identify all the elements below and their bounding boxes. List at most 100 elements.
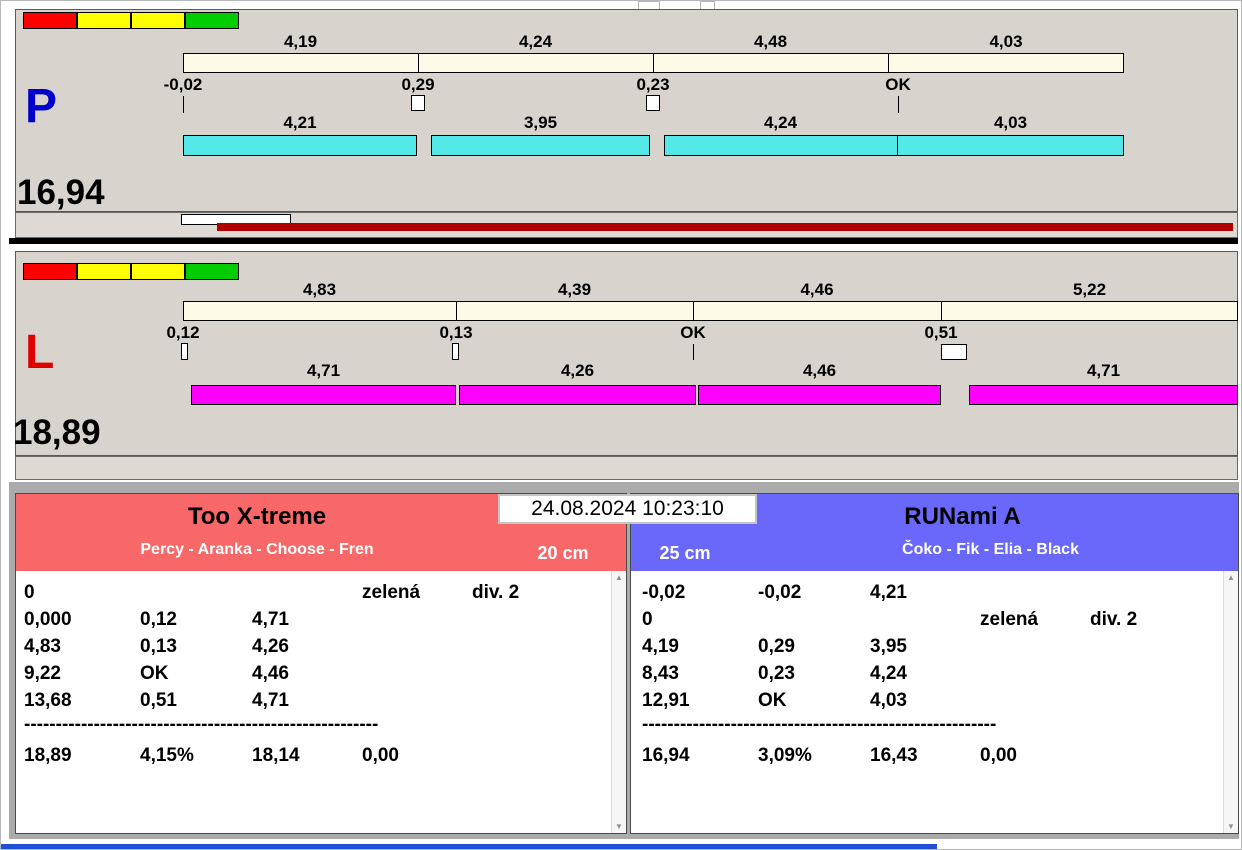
table-cell: zelená (362, 581, 421, 603)
lane-p-run-bar (431, 135, 650, 156)
team-left-name: Too X-treme (187, 503, 327, 530)
scroll-down-icon[interactable]: ▼ (1227, 822, 1235, 831)
table-cell: 4,26 (252, 635, 289, 657)
table-cell: -0,02 (642, 581, 686, 603)
table-cell: 0 (642, 608, 653, 630)
tick-mark (898, 96, 899, 113)
lane-l-change-value: OK (680, 323, 706, 342)
split-segment (889, 54, 1123, 72)
table-cell: 13,68 (24, 689, 72, 711)
green-light-icon (185, 12, 239, 29)
table-row: 9,22 OK 4,46 (24, 660, 611, 687)
lane-p-change-value: -0,02 (163, 75, 203, 94)
table-cell: zelená (980, 608, 1039, 630)
red-light-icon (23, 12, 77, 29)
table-cell: div. 2 (1090, 608, 1138, 630)
yellow-light-icon (77, 263, 131, 280)
lane-p-run-value: 4,21 (283, 113, 317, 132)
lane-l-bottom-strip (15, 456, 1238, 480)
loss-indicator-box (452, 343, 459, 360)
table-cell: 3,95 (870, 635, 907, 657)
green-light-icon (185, 263, 239, 280)
table-cell: 9,22 (24, 662, 61, 684)
lane-l-traffic-lights (23, 263, 239, 280)
table-cell: 4,24 (870, 662, 907, 684)
table-cell: OK (758, 689, 787, 711)
table-cell: 0 (24, 581, 35, 603)
split-segment (654, 54, 889, 72)
team-left-scrollbar[interactable]: ▲ ▼ (611, 571, 626, 833)
table-cell: 16,94 (642, 744, 690, 766)
lane-p-split-value: 4,19 (283, 32, 318, 51)
scroll-up-icon[interactable]: ▲ (615, 573, 623, 582)
taskbar-fragment[interactable] (1, 844, 937, 849)
lane-p-split-value: 4,03 (989, 32, 1023, 51)
table-cell: 4,46 (252, 662, 289, 684)
table-cell: 0,00 (980, 744, 1017, 766)
lane-p-change-value: 0,29 (401, 75, 435, 94)
lane-p-run-value: 3,95 (523, 113, 558, 132)
scroll-up-icon[interactable]: ▲ (1227, 573, 1235, 582)
table-cell: 4,03 (870, 689, 907, 711)
table-cell: -0,02 (758, 581, 802, 603)
lane-p-run-value: 4,03 (993, 113, 1028, 132)
table-cell: 4,83 (24, 635, 61, 657)
lane-l-change-value: 0,51 (924, 323, 958, 342)
lane-p-split-bar (183, 53, 1124, 73)
lane-p-run-value: 4,24 (763, 113, 798, 132)
table-row: 12,91 OK 4,03 (642, 687, 1223, 714)
lane-p-total-time: 16,94 (17, 173, 105, 212)
loss-indicator-box (181, 343, 188, 360)
team-left-rows: 0 zelená div. 2 0,000 0,12 4,71 4,83 0,13 4,26 9,… (24, 579, 611, 714)
table-row: 4,83 0,13 4,26 (24, 633, 611, 660)
table-cell: 4,71 (252, 608, 289, 630)
table-row: 8,43 0,23 4,24 (642, 660, 1223, 687)
lane-p-change-value: 0,23 (636, 75, 670, 94)
split-segment (419, 54, 654, 72)
yellow-light-icon (77, 12, 131, 29)
table-row: 18,89 4,15% 18,14 0,00 (24, 742, 611, 769)
table-row: 0,000 0,12 4,71 (24, 606, 611, 633)
lane-l-run-value: 4,26 (560, 361, 595, 380)
lane-p-run-bar (183, 135, 417, 156)
split-segment (942, 302, 1237, 320)
team-right-scrollbar[interactable]: ▲ ▼ (1223, 571, 1238, 833)
table-cell: 0,51 (140, 689, 177, 711)
lane-p-change-value: OK (885, 75, 911, 94)
lane-l-run-bar (698, 385, 941, 405)
lane-l-split-bar (183, 301, 1238, 321)
table-row: 4,19 0,29 3,95 (642, 633, 1223, 660)
table-row: 0 zelená div. 2 (24, 579, 611, 606)
loss-indicator-box (411, 95, 425, 111)
team-left-summary: 18,89 4,15% 18,14 0,00 (24, 742, 611, 769)
table-cell: 0,00 (362, 744, 399, 766)
table-cell: 4,71 (252, 689, 289, 711)
table-cell: 0,13 (140, 635, 177, 657)
results-divider: ----------------------------------------… (642, 714, 997, 735)
table-cell: 4,21 (870, 581, 907, 603)
team-right-rows: -0,02 -0,02 4,21 0 zelená div. 2 4,19 0,29 3,95 8… (642, 579, 1223, 714)
lane-p-split-value: 4,24 (518, 32, 553, 51)
lane-l-run-value: 4,71 (306, 361, 341, 380)
lane-l-run-value: 4,46 (802, 361, 837, 380)
table-cell: 18,89 (24, 744, 72, 766)
lane-l-change-value: 0,13 (439, 323, 473, 342)
team-left-members: Percy - Aranka - Choose - Fren (140, 541, 374, 558)
team-left-category: 20 cm (537, 543, 589, 563)
yellow-light-icon (131, 12, 185, 29)
team-right-results: -0,02 -0,02 4,21 0 zelená div. 2 4,19 0,29 3,95 8… (631, 571, 1223, 833)
loss-indicator-box (941, 344, 967, 360)
table-cell: 16,43 (870, 744, 918, 766)
lane-divider (9, 238, 1238, 244)
lane-l-run-value: 4,71 (1086, 361, 1121, 380)
lane-l-run-bar (191, 385, 456, 405)
lane-l-split-value: 4,83 (302, 280, 337, 299)
lane-p-run-bar (664, 135, 898, 156)
table-row: -0,02 -0,02 4,21 (642, 579, 1223, 606)
table-cell: 0,000 (24, 608, 72, 630)
table-row: 13,68 0,51 4,71 (24, 687, 611, 714)
lane-p-run-bar (897, 135, 1124, 156)
lane-l-run-bar (459, 385, 696, 405)
scroll-down-icon[interactable]: ▼ (615, 822, 623, 831)
table-cell: 12,91 (642, 689, 690, 711)
